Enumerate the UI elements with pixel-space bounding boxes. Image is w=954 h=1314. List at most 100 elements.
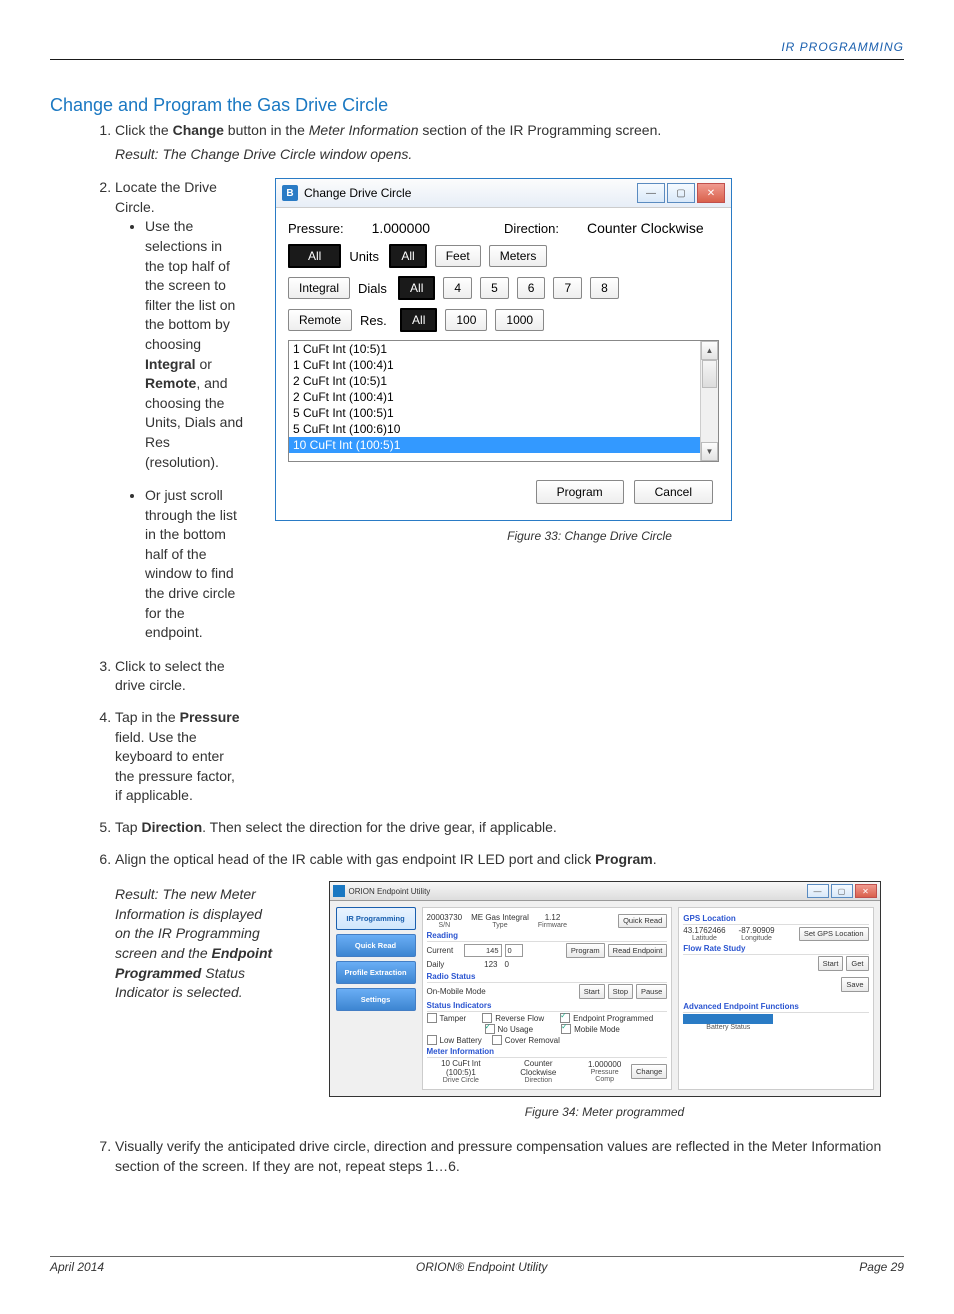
reading-daily-value: 123 (464, 959, 500, 970)
dials-4-button[interactable]: 4 (443, 277, 472, 299)
list-item[interactable]: 2 CuFt Int (100:4)1 (289, 389, 718, 405)
list-item[interactable]: 2 CuFt Int (10:5)1 (289, 373, 718, 389)
direction-label: Direction: (504, 221, 559, 236)
integral-button[interactable]: Integral (288, 277, 350, 299)
drive-circle-listbox[interactable]: 1 CuFt Int (10:5)1 1 CuFt Int (100:4)1 2… (288, 340, 719, 462)
s2b1-pre: Use the selections in the top half of th… (145, 218, 235, 352)
orion-endpoint-utility-window: ORION Endpoint Utility — ▢ ✕ IR Programm… (329, 881, 881, 1097)
dials-6-button[interactable]: 6 (517, 277, 546, 299)
close-button[interactable]: ✕ (855, 884, 877, 898)
low-battery-checkbox[interactable] (427, 1035, 437, 1045)
gps-lat-label: Latitude (683, 935, 725, 942)
res-label: Res. (360, 313, 392, 328)
window-controls: — ▢ ✕ (637, 183, 725, 203)
feet-all-button[interactable]: All (389, 244, 426, 268)
step-1: Click the Change button in the Meter Inf… (115, 121, 904, 164)
close-button[interactable]: ✕ (697, 183, 725, 203)
orion-window-title: ORION Endpoint Utility (349, 887, 431, 896)
minimize-button[interactable]: — (807, 884, 829, 898)
orion-window-controls: — ▢ ✕ (807, 884, 877, 898)
maximize-button[interactable]: ▢ (667, 183, 695, 203)
units-all-button[interactable]: All (288, 244, 341, 268)
orion-titlebar[interactable]: ORION Endpoint Utility — ▢ ✕ (330, 882, 880, 901)
tamper-label: Tamper (440, 1014, 467, 1023)
set-gps-button[interactable]: Set GPS Location (799, 927, 869, 941)
reading-current-value[interactable]: 145 (464, 944, 502, 957)
res-all-button[interactable]: All (400, 308, 437, 332)
maximize-button[interactable]: ▢ (831, 884, 853, 898)
cancel-button[interactable]: Cancel (634, 480, 713, 504)
dials-8-button[interactable]: 8 (590, 277, 619, 299)
step1-result: Result: The Change Drive Circle window o… (115, 145, 904, 165)
step1-post: section of the IR Programming screen. (418, 122, 661, 138)
list-item-selected[interactable]: 10 CuFt Int (100:5)1 (289, 437, 718, 453)
reading-current-label: Current (427, 946, 461, 955)
fw-label: Firmware (538, 922, 567, 929)
drive-circle-value: 10 CuFt Int (100:5)1 (427, 1059, 496, 1077)
scroll-thumb[interactable] (702, 360, 717, 388)
res-1000-button[interactable]: 1000 (495, 309, 544, 331)
reading-current-value2[interactable]: 0 (505, 944, 523, 957)
remote-button[interactable]: Remote (288, 309, 352, 331)
flow-start-button[interactable]: Start (818, 956, 844, 971)
program-button[interactable]: Program (536, 480, 624, 504)
pressure-value[interactable]: 1.000000 (372, 220, 430, 236)
cover-removal-checkbox[interactable] (492, 1035, 502, 1045)
instruction-list: Click the Change button in the Meter Inf… (50, 121, 904, 164)
page-footer: April 2014 ORION® Endpoint Utility Page … (50, 1256, 904, 1274)
units-label: Units (349, 249, 381, 264)
dials-all-button[interactable]: All (398, 276, 435, 300)
no-usage-label: No Usage (498, 1025, 534, 1034)
dials-7-button[interactable]: 7 (553, 277, 582, 299)
drive-circle-label: Drive Circle (427, 1077, 496, 1084)
res-100-button[interactable]: 100 (445, 309, 487, 331)
radio-start-button[interactable]: Start (579, 984, 605, 999)
s6-bold: Program (595, 851, 653, 867)
step1-italic: Meter Information (309, 122, 419, 138)
page-header-section: IR PROGRAMMING (50, 40, 904, 60)
direction-value: Counter Clockwise (506, 1059, 570, 1077)
pressure-comp-label: Pressure Comp (581, 1069, 628, 1083)
list-item[interactable]: 1 CuFt Int (10:5)1 (289, 341, 718, 357)
list-item[interactable]: 1 CuFt Int (100:4)1 (289, 357, 718, 373)
footer-title: ORION® Endpoint Utility (416, 1260, 548, 1274)
dials-5-button[interactable]: 5 (480, 277, 509, 299)
radio-stop-button[interactable]: Stop (608, 984, 633, 999)
meters-button[interactable]: Meters (489, 245, 548, 267)
left-pane: 20003730S/N ME Gas IntegralType 1.12Firm… (422, 907, 673, 1090)
tamper-checkbox[interactable] (427, 1013, 437, 1023)
scroll-down-icon[interactable]: ▼ (701, 442, 718, 461)
listbox-scrollbar[interactable]: ▲ ▼ (700, 341, 718, 461)
list-item[interactable]: 5 CuFt Int (100:6)10 (289, 421, 718, 437)
nav-settings[interactable]: Settings (336, 988, 416, 1011)
direction-value[interactable]: Counter Clockwise (587, 220, 704, 236)
s4-pre: Tap in the (115, 709, 180, 725)
list-item[interactable]: 5 CuFt Int (100:5)1 (289, 405, 718, 421)
mobile-mode-checkbox[interactable] (561, 1024, 571, 1034)
pressure-comp-value: 1.000000 (581, 1060, 628, 1069)
change-button[interactable]: Change (631, 1064, 667, 1079)
minimize-button[interactable]: — (637, 183, 665, 203)
step1-pre: Click the (115, 122, 173, 138)
scroll-up-icon[interactable]: ▲ (701, 341, 718, 360)
nav-ir-programming[interactable]: IR Programming (336, 907, 416, 930)
meter-info-title: Meter Information (427, 1047, 668, 1058)
program-button[interactable]: Program (566, 943, 605, 958)
quick-read-button[interactable]: Quick Read (618, 914, 667, 928)
radio-pause-button[interactable]: Pause (636, 984, 667, 999)
flow-get-button[interactable]: Get (846, 956, 868, 971)
step1-mid: button in the (224, 122, 309, 138)
advanced-title: Advanced Endpoint Functions (683, 1002, 868, 1013)
nav-profile-extraction[interactable]: Profile Extraction (336, 961, 416, 984)
read-endpoint-button[interactable]: Read Endpoint (608, 944, 668, 958)
window-titlebar[interactable]: B Change Drive Circle — ▢ ✕ (276, 179, 731, 208)
radio-mode: On-Mobile Mode (427, 987, 486, 996)
figure33-caption: Figure 33: Change Drive Circle (275, 529, 904, 543)
flow-save-button[interactable]: Save (841, 977, 868, 992)
feet-button[interactable]: Feet (435, 245, 481, 267)
no-usage-checkbox[interactable] (485, 1024, 495, 1034)
fw-value: 1.12 (538, 913, 567, 922)
orion-app-icon (333, 885, 345, 897)
step-4: Tap in the Pressure field. Use the keybo… (115, 708, 245, 806)
nav-quick-read[interactable]: Quick Read (336, 934, 416, 957)
